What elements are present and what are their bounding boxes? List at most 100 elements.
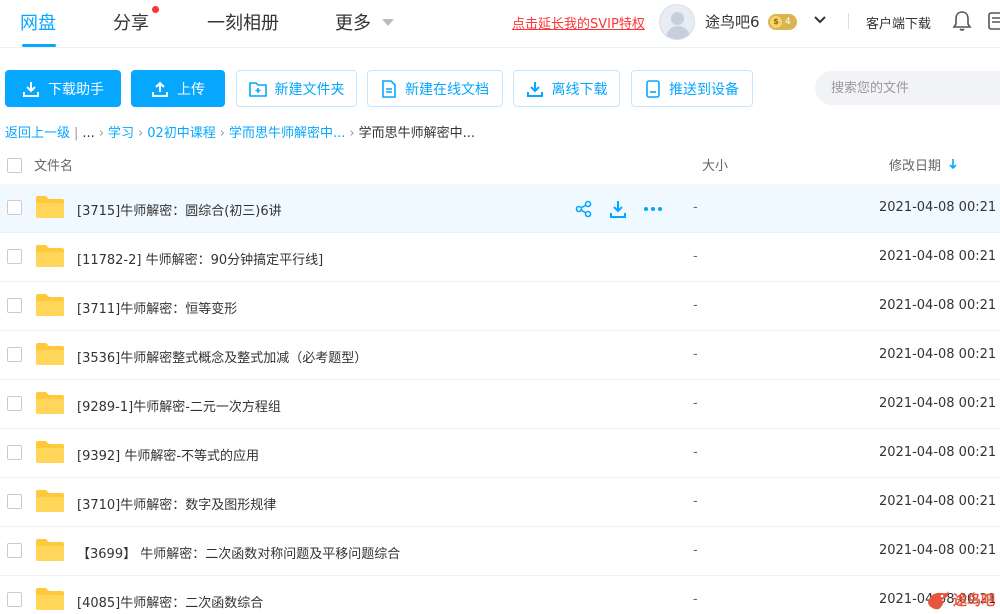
file-date: 2021-04-08 00:21 — [879, 445, 997, 460]
folder-icon — [36, 343, 64, 365]
file-size: - — [693, 298, 698, 313]
file-row[interactable]: [9392] 牛师解密-不等式的应用 - 2021-04-08 00:21 — [0, 429, 1000, 478]
select-all-checkbox[interactable] — [7, 158, 22, 173]
folder-icon — [36, 196, 64, 218]
file-size: - — [693, 200, 698, 215]
avatar[interactable] — [659, 4, 695, 40]
column-size-header[interactable]: 大小 — [702, 155, 728, 174]
tab-album[interactable]: 一刻相册 — [207, 9, 279, 35]
breadcrumb-separator: › — [349, 126, 355, 141]
file-size: - — [693, 396, 698, 411]
breadcrumb-separator: | — [74, 126, 79, 141]
new-folder-button[interactable]: 新建文件夹 — [236, 70, 357, 107]
file-name[interactable]: [11782-2] 牛师解密：90分钟搞定平行线] — [77, 249, 323, 268]
file-size: - — [693, 494, 698, 509]
folder-icon — [36, 441, 64, 463]
document-icon — [382, 79, 396, 98]
row-checkbox[interactable] — [7, 592, 22, 607]
file-name[interactable]: [3711]牛师解密：恒等变形 — [77, 298, 237, 317]
download-icon[interactable] — [608, 199, 628, 219]
breadcrumb-item[interactable]: 02初中课程 — [147, 122, 216, 141]
offline-download-button[interactable]: 离线下载 — [513, 70, 620, 107]
folder-icon — [36, 490, 64, 512]
apps-icon[interactable] — [988, 10, 1000, 32]
active-tab-indicator — [22, 44, 56, 47]
folder-icon — [36, 245, 64, 267]
upload-button[interactable]: 上传 — [131, 70, 225, 107]
file-size: - — [693, 347, 698, 362]
share-icon[interactable] — [574, 199, 594, 219]
push-to-device-button[interactable]: 推送到设备 — [631, 70, 753, 107]
coin-icon: $ — [770, 16, 782, 28]
folder-icon — [36, 392, 64, 414]
file-row[interactable]: [11782-2] 牛师解密：90分钟搞定平行线] - 2021-04-08 0… — [0, 233, 1000, 282]
user-menu-chevron-icon[interactable] — [812, 12, 828, 28]
download-icon — [23, 81, 39, 97]
new-online-doc-button[interactable]: 新建在线文档 — [367, 70, 503, 107]
row-checkbox[interactable] — [7, 543, 22, 558]
folder-icon — [36, 588, 64, 610]
file-date: 2021-04-08 00:21 — [879, 543, 997, 558]
file-date: 2021-04-08 00:21 — [879, 200, 997, 215]
more-options-icon[interactable] — [643, 199, 663, 219]
breadcrumb-back[interactable]: 返回上一级 — [5, 122, 70, 141]
device-icon — [646, 79, 660, 98]
tab-netdisk[interactable]: 网盘 — [20, 9, 56, 35]
download-helper-button[interactable]: 下载助手 — [5, 70, 121, 107]
username[interactable]: 途鸟吧6 — [705, 11, 760, 32]
file-name[interactable]: [3536]牛师解密整式概念及整式加减（必考题型） — [77, 347, 367, 366]
file-date: 2021-04-08 00:21 — [879, 494, 997, 509]
client-download-link[interactable]: 客户端下载 — [866, 13, 931, 32]
sort-down-arrow-icon[interactable] — [948, 157, 958, 171]
column-modified-header[interactable]: 修改日期 — [889, 155, 941, 174]
file-name[interactable]: [3710]牛师解密：数字及图形规律 — [77, 494, 276, 513]
bell-icon[interactable] — [952, 10, 972, 32]
file-date: 2021-04-08 00:21 — [879, 298, 997, 313]
file-name[interactable]: 【3699】 牛师解密：二次函数对称问题及平移问题综合 — [77, 543, 400, 562]
file-row[interactable]: [9289-1]牛师解密-二元一次方程组 - 2021-04-08 00:21 — [0, 380, 1000, 429]
notification-dot — [152, 6, 159, 13]
upload-icon — [152, 81, 168, 97]
file-row[interactable]: [3715]牛师解密：圆综合(初三)6讲 - 2021-04-08 00:21 — [0, 184, 1000, 233]
folder-icon — [36, 539, 64, 561]
offline-download-icon — [526, 81, 543, 97]
file-size: - — [693, 592, 698, 607]
row-checkbox[interactable] — [7, 249, 22, 264]
file-row[interactable]: [3536]牛师解密整式概念及整式加减（必考题型） - 2021-04-08 0… — [0, 331, 1000, 380]
column-name-header[interactable]: 文件名 — [34, 155, 73, 174]
file-size: - — [693, 445, 698, 460]
file-size: - — [693, 249, 698, 264]
breadcrumb-ellipsis[interactable]: ... — [82, 126, 94, 141]
breadcrumb-separator: › — [138, 126, 144, 141]
row-checkbox[interactable] — [7, 445, 22, 460]
svip-promo-link[interactable]: 点击延长我的SVIP特权 — [512, 13, 645, 32]
tab-share[interactable]: 分享 — [113, 9, 149, 35]
chevron-down-icon[interactable] — [382, 19, 394, 26]
file-size: - — [693, 543, 698, 558]
row-checkbox[interactable] — [7, 200, 22, 215]
search-input[interactable] — [815, 71, 1000, 105]
file-row[interactable]: 【3699】 牛师解密：二次函数对称问题及平移问题综合 - 2021-04-08… — [0, 527, 1000, 576]
file-date: 2021-04-08 00:21 — [879, 396, 997, 411]
row-checkbox[interactable] — [7, 347, 22, 362]
row-checkbox[interactable] — [7, 396, 22, 411]
file-row[interactable]: [4085]牛师解密：二次函数综合 - 2021-04-08 00:21 — [0, 576, 1000, 614]
file-name[interactable]: [4085]牛师解密：二次函数综合 — [77, 592, 263, 611]
file-row[interactable]: [3710]牛师解密：数字及图形规律 - 2021-04-08 00:21 — [0, 478, 1000, 527]
new-online-doc-label: 新建在线文档 — [405, 81, 489, 98]
tab-more[interactable]: 更多 — [335, 9, 371, 35]
row-checkbox[interactable] — [7, 298, 22, 313]
file-name[interactable]: [9392] 牛师解密-不等式的应用 — [77, 445, 259, 464]
file-row[interactable]: [3711]牛师解密：恒等变形 - 2021-04-08 00:21 — [0, 282, 1000, 331]
push-to-device-label: 推送到设备 — [669, 81, 739, 98]
divider — [848, 13, 849, 29]
breadcrumb-item[interactable]: 学习 — [108, 122, 134, 141]
breadcrumb-item[interactable]: 学而思牛师解密中... — [229, 122, 345, 141]
file-name[interactable]: [9289-1]牛师解密-二元一次方程组 — [77, 396, 281, 415]
vip-badge[interactable]: $ 4 — [768, 14, 797, 30]
watermark-logo: 途鸟吧 — [925, 586, 1000, 614]
file-name[interactable]: [3715]牛师解密：圆综合(初三)6讲 — [77, 200, 282, 219]
row-checkbox[interactable] — [7, 494, 22, 509]
new-folder-label: 新建文件夹 — [274, 81, 345, 98]
top-nav: 网盘 分享 一刻相册 更多 点击延长我的SVIP特权 途鸟吧6 $ 4 客户端下… — [0, 0, 1000, 48]
